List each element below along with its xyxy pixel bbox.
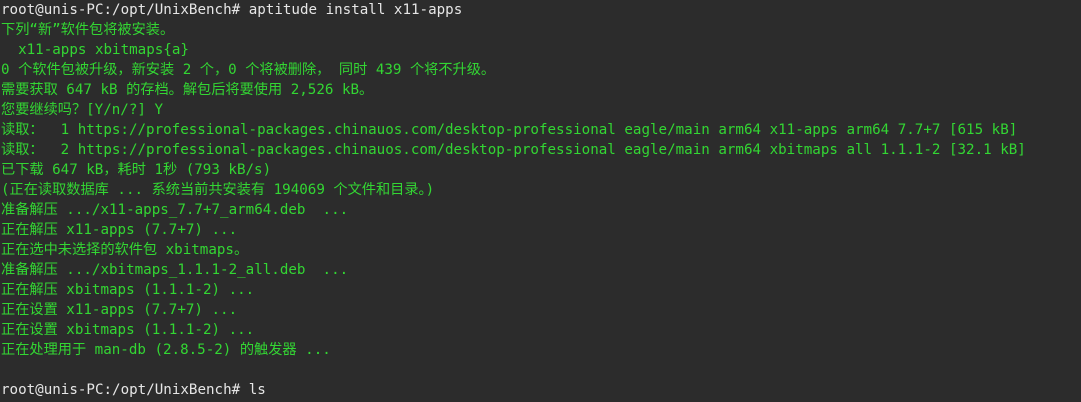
output-line: 准备解压 .../x11-apps_7.7+7_arm64.deb ... — [1, 202, 349, 218]
output-line: x11-apps xbitmaps{a} — [1, 42, 189, 58]
output-line: 正在选中未选择的软件包 xbitmaps。 — [1, 242, 249, 258]
output-line: (正在读取数据库 ... 系统当前共安装有 194069 个文件和目录。) — [1, 182, 435, 198]
output-line: 需要获取 647 kB 的存档。解包后将要使用 2,526 kB。 — [1, 82, 374, 98]
output-line: 0 个软件包被升级，新安装 2 个，0 个将被删除， 同时 439 个将不升级。 — [1, 62, 496, 78]
output-line: 读取： 1 https://professional-packages.chin… — [1, 122, 1018, 138]
output-line: 您要继续吗？[Y/n/?] Y — [1, 102, 163, 118]
output-line: 准备解压 .../xbitmaps_1.1.1-2_all.deb ... — [1, 262, 349, 278]
output-line: 正在解压 x11-apps (7.7+7) ... — [1, 222, 238, 238]
terminal-window[interactable]: root@unis-PC:/opt/UnixBench# aptitude in… — [0, 0, 1081, 402]
output-line: 已下载 647 kB，耗时 1秒 (793 kB/s) — [1, 162, 272, 178]
output-line: 正在解压 xbitmaps (1.1.1-2) ... — [1, 282, 255, 298]
output-line: 正在设置 xbitmaps (1.1.1-2) ... — [1, 322, 255, 338]
output-line: 下列“新”软件包将被安装。 — [1, 22, 175, 38]
output-line: 正在设置 x11-apps (7.7+7) ... — [1, 302, 238, 318]
output-line: 正在处理用于 man-db (2.8.5-2) 的触发器 ... — [1, 342, 331, 358]
output-line: 读取： 2 https://professional-packages.chin… — [1, 142, 1026, 158]
command-prompt[interactable]: root@unis-PC:/opt/UnixBench# ls — [1, 380, 1081, 400]
command-line: root@unis-PC:/opt/UnixBench# aptitude in… — [1, 2, 463, 18]
